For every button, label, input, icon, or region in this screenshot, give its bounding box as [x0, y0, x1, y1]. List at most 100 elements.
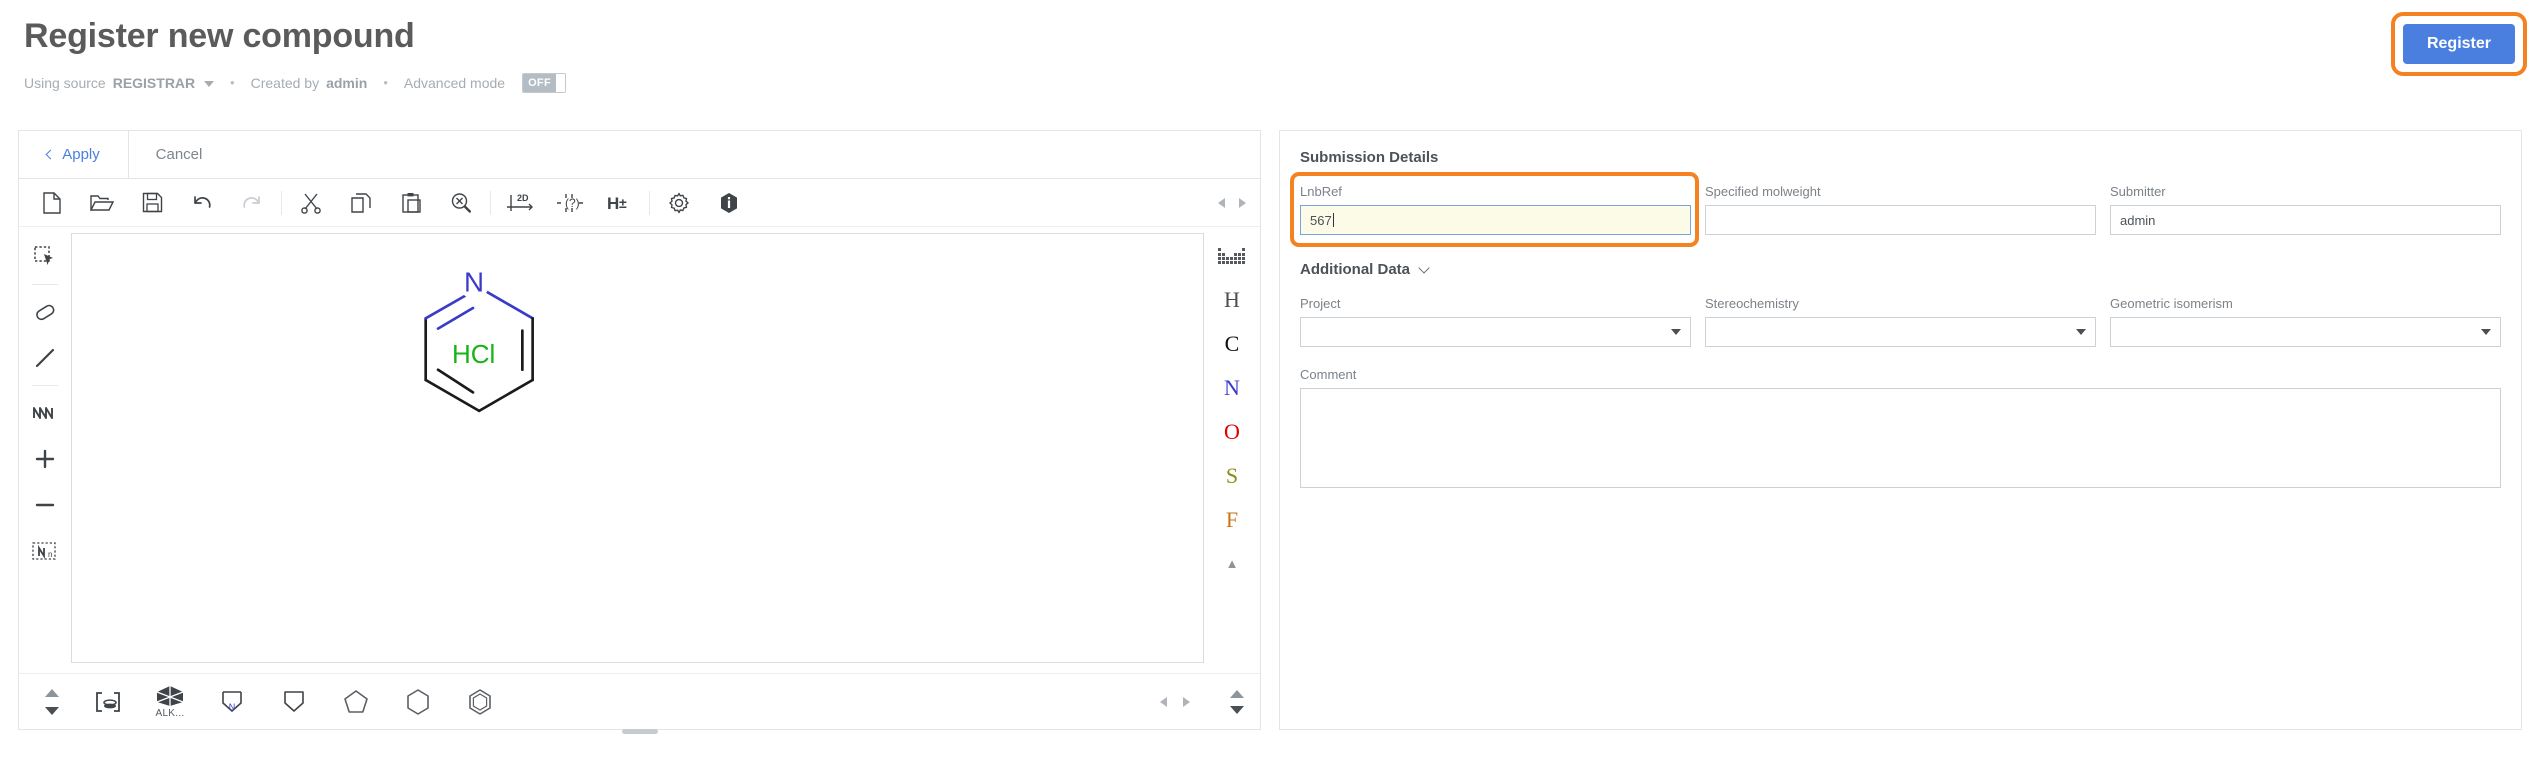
apply-button[interactable]: Apply [19, 131, 129, 178]
cancel-button[interactable]: Cancel [129, 131, 229, 178]
field-lnbref: LnbRef 567 [1300, 184, 1691, 235]
additional-data-heading[interactable]: Additional Data [1300, 261, 2501, 278]
template-pyrrole-icon[interactable]: N [201, 674, 263, 730]
template-alkyl-icon[interactable]: ALK... [139, 674, 201, 730]
svg-text:H: H [607, 194, 619, 213]
comment-textarea[interactable] [1300, 388, 2501, 488]
chevron-left-icon [46, 150, 56, 160]
chevron-down-icon [1671, 329, 1681, 335]
register-button-highlight: Register [2391, 12, 2527, 76]
molecule-canvas[interactable]: N HCl [71, 233, 1204, 663]
svg-text:±: ± [619, 195, 627, 211]
page-header: Register new compound Using source REGIS… [0, 0, 2545, 130]
hydrogens-icon[interactable]: H± [595, 179, 645, 227]
atom-button-c[interactable]: C [1210, 323, 1254, 365]
periodic-table-icon[interactable] [1210, 235, 1254, 277]
atom-palette-more-icon[interactable]: ▲ [1210, 543, 1254, 585]
atom-button-n[interactable]: N [1210, 367, 1254, 409]
cut-icon[interactable] [286, 179, 336, 227]
template-alkyl-label: ALK... [155, 708, 184, 719]
submission-details-title: Submission Details [1300, 149, 1438, 166]
lnbref-value: 567 [1310, 213, 1332, 228]
created-by-value: admin [326, 75, 367, 91]
atom-label-h: H [1224, 287, 1240, 313]
chevron-down-icon[interactable] [1418, 262, 1429, 273]
svg-text:N: N [229, 702, 236, 712]
paste-icon[interactable] [386, 179, 436, 227]
info-icon[interactable] [704, 179, 754, 227]
pyridine-structure: N [72, 234, 1203, 662]
zoom-in-icon[interactable] [23, 437, 67, 481]
toolbar-prev-icon[interactable] [1218, 198, 1225, 208]
atom-palette-column: H C N O S F ▲ [1204, 227, 1260, 673]
scrollbar-thumb[interactable] [622, 729, 658, 734]
undo-icon[interactable] [177, 179, 227, 227]
template-cyclopentane-icon[interactable] [325, 674, 387, 730]
template-scroll-up-icon[interactable] [45, 689, 59, 697]
comment-label: Comment [1300, 367, 2501, 382]
svg-text:n: n [48, 550, 52, 559]
template-cyclopentane-flat-icon[interactable] [263, 674, 325, 730]
bond-tool-icon[interactable] [23, 336, 67, 380]
template-cyclohexane-icon[interactable] [387, 674, 449, 730]
toolbar-divider-2 [490, 191, 491, 215]
template-page-up-icon[interactable] [1230, 690, 1244, 698]
template-scroll-down-icon[interactable] [45, 707, 59, 715]
editor-horizontal-scrollbar[interactable] [19, 729, 1260, 737]
geometric-isomerism-select[interactable] [2110, 317, 2501, 347]
using-source-label: Using source [24, 75, 106, 91]
chevron-down-icon [2076, 329, 2086, 335]
check-structure-icon[interactable]: (?) [545, 179, 595, 227]
advanced-mode-toggle[interactable]: OFF [522, 73, 566, 93]
template-next-icon[interactable] [1183, 697, 1190, 707]
submitter-input[interactable] [2110, 205, 2501, 235]
redo-icon[interactable] [227, 179, 277, 227]
gear-icon[interactable] [654, 179, 704, 227]
atom-button-h[interactable]: H [1210, 279, 1254, 321]
template-pager [1160, 674, 1190, 730]
stereochemistry-label: Stereochemistry [1705, 296, 2096, 311]
copy-icon[interactable] [336, 179, 386, 227]
main-content: Apply Cancel [0, 130, 2545, 750]
new-file-icon[interactable] [27, 179, 77, 227]
atom-button-s[interactable]: S [1210, 455, 1254, 497]
atom-label-f: F [1226, 507, 1238, 533]
lnbref-label: LnbRef [1300, 184, 1691, 199]
editor-action-bar: Apply Cancel [19, 131, 1260, 179]
fragment-tool-icon[interactable]: n [23, 529, 67, 573]
project-select[interactable] [1300, 317, 1691, 347]
atom-label-s: S [1226, 463, 1238, 489]
specified-molweight-input[interactable] [1705, 205, 2096, 235]
zoom-reset-icon[interactable] [436, 179, 486, 227]
zoom-out-icon[interactable] [23, 483, 67, 527]
atom-button-f[interactable]: F [1210, 499, 1254, 541]
eraser-tool-icon[interactable] [23, 290, 67, 334]
register-button[interactable]: Register [2403, 24, 2515, 64]
text-cursor [1333, 213, 1334, 227]
structure-editor-panel: Apply Cancel [18, 130, 1261, 730]
source-selector[interactable]: REGISTRAR [113, 75, 214, 91]
editor-toolbar: 2D (?) H± [19, 179, 1260, 227]
layout-2d-icon[interactable]: 2D [495, 179, 545, 227]
additional-data-title: Additional Data [1300, 261, 1410, 278]
page-subheader: Using source REGISTRAR • Created by admi… [24, 73, 2521, 93]
template-benzene-icon[interactable] [449, 674, 511, 730]
open-folder-icon[interactable] [77, 179, 127, 227]
chain-tool-icon[interactable] [23, 391, 67, 435]
atom-button-o[interactable]: O [1210, 411, 1254, 453]
template-page-down-icon[interactable] [1230, 706, 1244, 714]
toolbar-next-icon[interactable] [1239, 198, 1246, 208]
selection-tool-icon[interactable] [23, 235, 67, 279]
field-specified-molweight: Specified molweight [1705, 184, 2096, 235]
template-bracket-group-icon[interactable] [77, 674, 139, 730]
editor-body: n [19, 227, 1260, 673]
advanced-mode-state: OFF [523, 74, 556, 92]
lnbref-input[interactable]: 567 [1300, 205, 1691, 235]
submitter-label: Submitter [2110, 184, 2501, 199]
svg-text:2D: 2D [517, 193, 529, 203]
stereochemistry-select[interactable] [1705, 317, 2096, 347]
tools-divider-1 [32, 284, 58, 285]
template-prev-icon[interactable] [1160, 697, 1167, 707]
atom-label-nitrogen: N [464, 267, 484, 298]
save-icon[interactable] [127, 179, 177, 227]
